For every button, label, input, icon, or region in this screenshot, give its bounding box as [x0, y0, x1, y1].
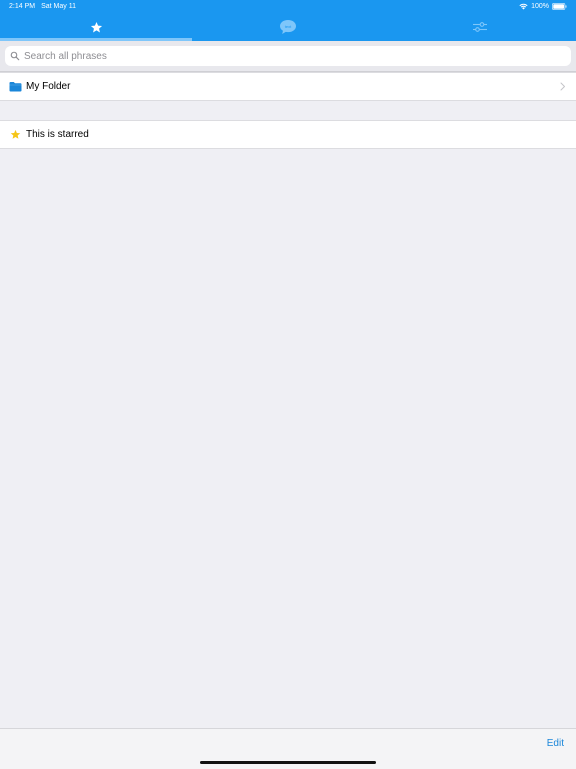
status-time: 2:14 PM: [9, 3, 36, 10]
folder-label: My Folder: [26, 81, 71, 92]
edit-button[interactable]: Edit: [547, 738, 564, 750]
chevron-right-icon: [560, 82, 565, 91]
search-input[interactable]: [22, 46, 554, 66]
status-left: 2:14 PM Sat May 11: [9, 0, 76, 13]
text-bubble-icon: text: [279, 19, 297, 35]
list-item-starred-phrase[interactable]: This is starred: [0, 120, 576, 149]
battery-icon: [552, 3, 567, 10]
star-icon: [10, 129, 21, 139]
sliders-icon: [472, 21, 488, 33]
home-indicator: [200, 761, 376, 764]
tab-phrases[interactable]: text: [192, 13, 384, 41]
wifi-icon: [519, 3, 528, 10]
tab-favorites[interactable]: [0, 13, 192, 41]
star-icon: [90, 21, 103, 34]
tab-bar: text: [0, 13, 576, 41]
search-box[interactable]: [5, 46, 571, 66]
top-bar: 2:14 PM Sat May 11 100% text: [0, 0, 576, 41]
folder-icon: [9, 82, 22, 92]
tab-settings[interactable]: [384, 13, 576, 41]
battery-percent: 100%: [531, 3, 549, 10]
status-right: 100%: [519, 0, 567, 13]
starred-phrase-label: This is starred: [26, 129, 89, 140]
status-bar: 2:14 PM Sat May 11 100%: [0, 0, 576, 13]
search-bar: [0, 41, 576, 72]
status-date: Sat May 11: [41, 3, 76, 10]
bottom-toolbar: Edit: [0, 728, 576, 769]
list-item-folder[interactable]: My Folder: [0, 72, 576, 101]
text-bubble-label: text: [285, 24, 292, 29]
search-icon: [10, 51, 20, 61]
